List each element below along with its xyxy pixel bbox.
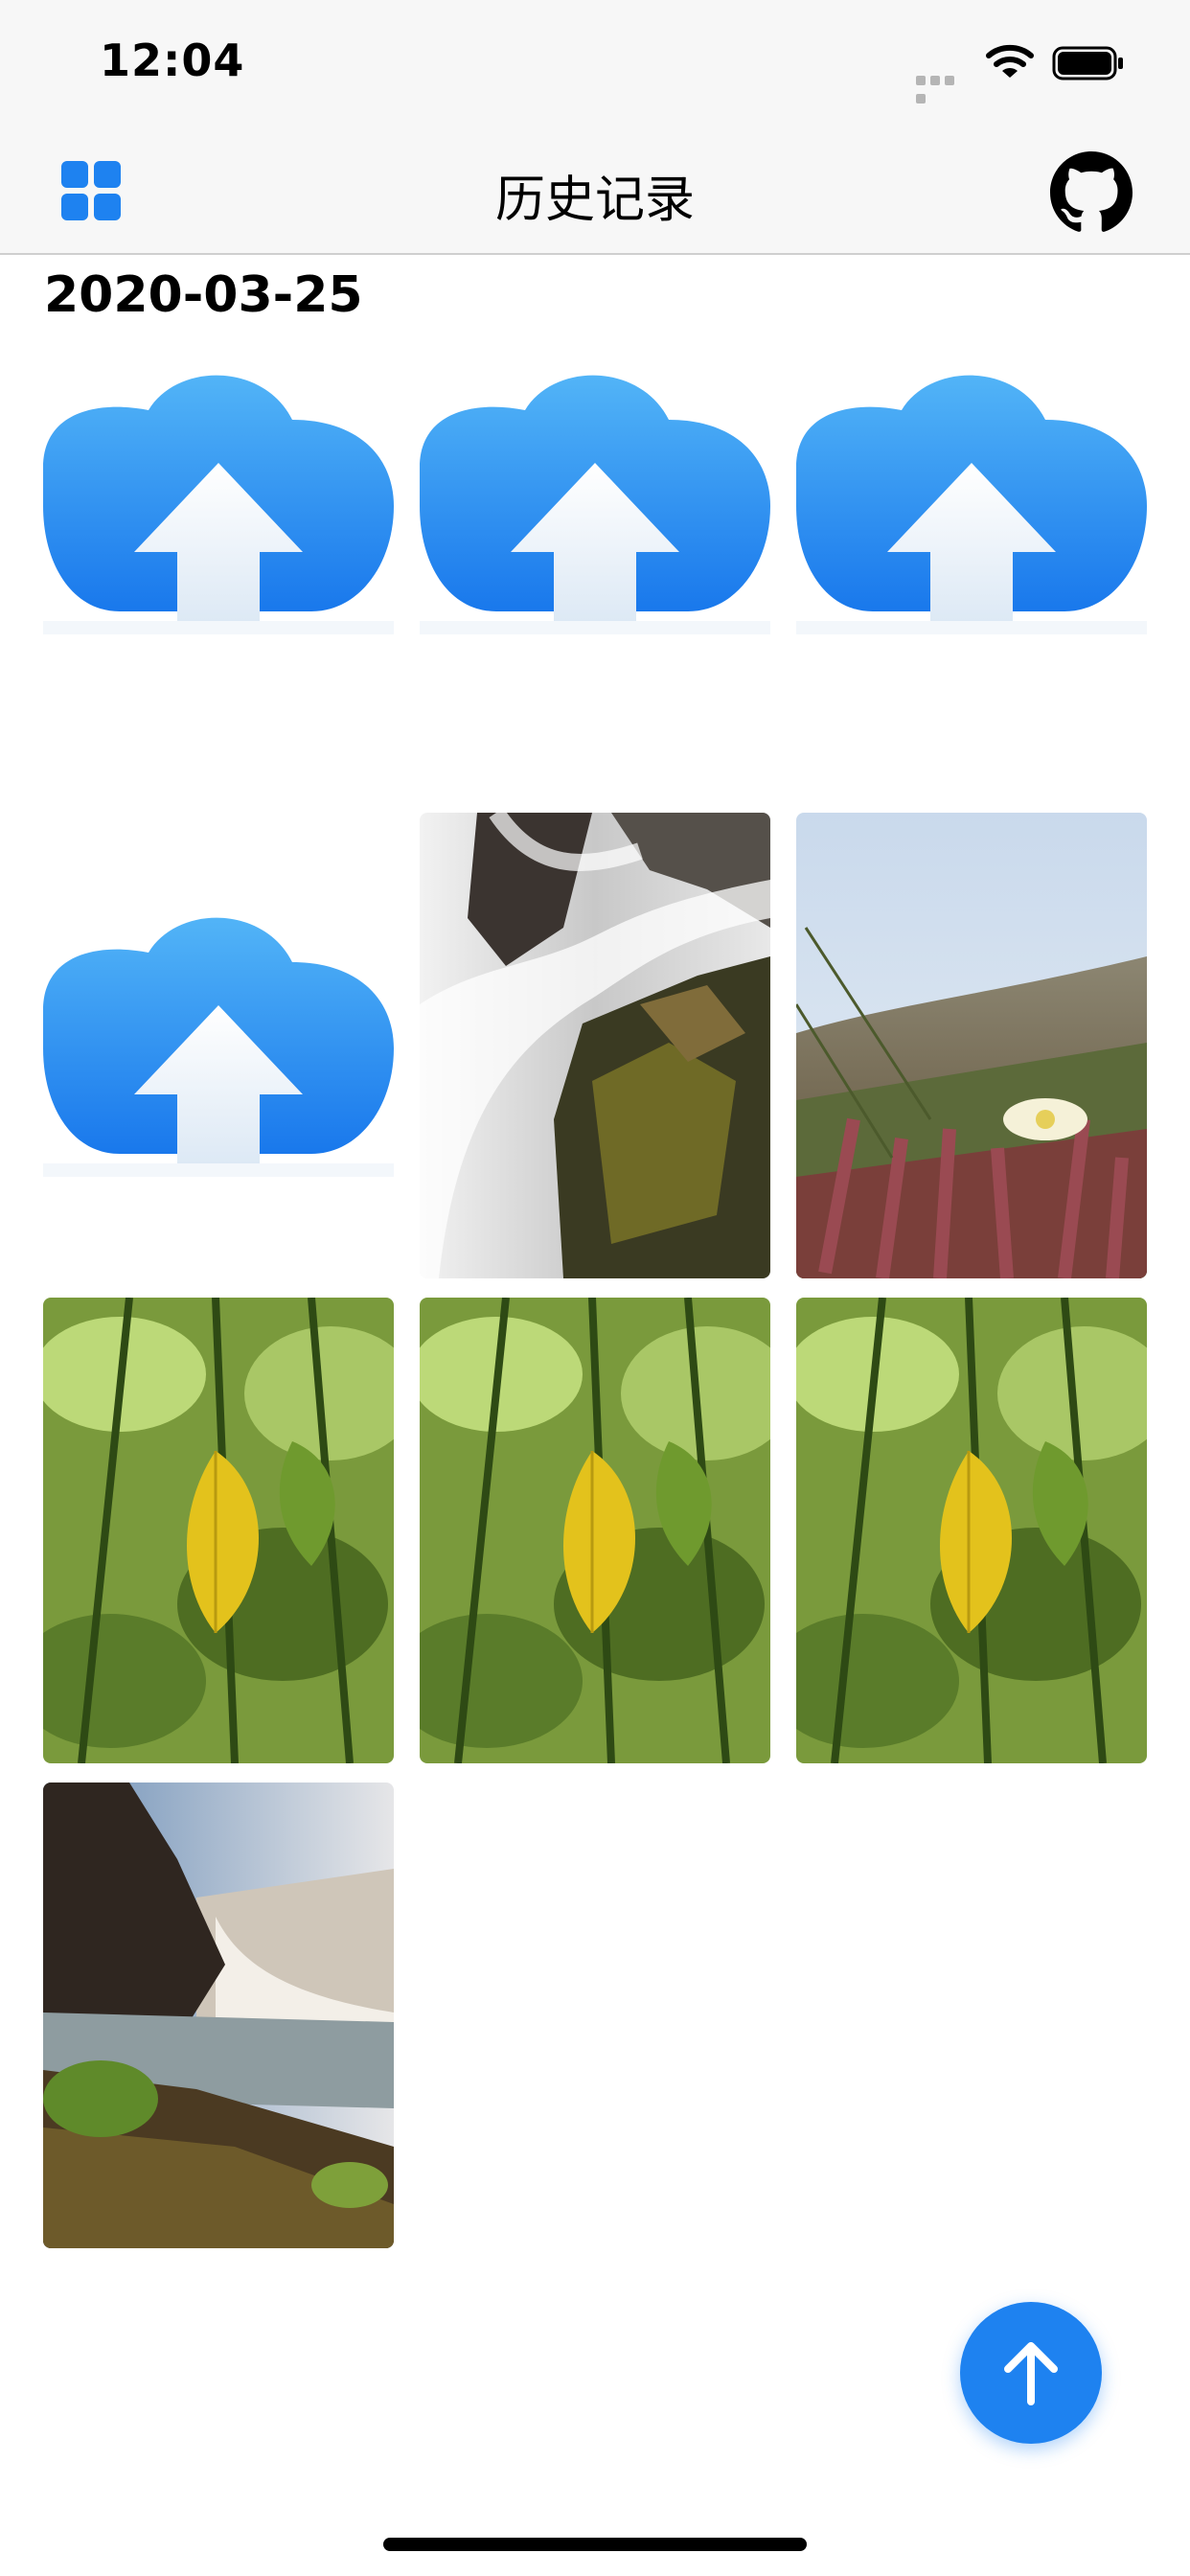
photo-tile-yellow-leaf[interactable] bbox=[796, 1298, 1147, 1763]
navigation-bar: 历史记录 bbox=[0, 125, 1190, 255]
cloud-upload-icon bbox=[43, 917, 394, 1177]
wifi-icon bbox=[986, 44, 1034, 78]
section-date-header: 2020-03-25 bbox=[44, 266, 363, 324]
upload-placeholder-tile[interactable] bbox=[43, 343, 394, 809]
home-indicator bbox=[383, 2538, 807, 2551]
status-bar: 12:04 bbox=[0, 0, 1190, 125]
cloud-upload-icon bbox=[43, 375, 394, 634]
upload-placeholder-tile[interactable] bbox=[43, 813, 394, 1278]
arrow-up-icon bbox=[1004, 2342, 1058, 2405]
upload-placeholder-tile[interactable] bbox=[420, 343, 770, 809]
github-icon[interactable] bbox=[1050, 151, 1133, 234]
flower-photo bbox=[796, 813, 1147, 1278]
yellow-leaf-photo bbox=[796, 1298, 1147, 1763]
upload-placeholder-tile[interactable] bbox=[796, 343, 1147, 809]
scroll-to-top-button[interactable] bbox=[960, 2302, 1102, 2444]
cellular-signal-icon bbox=[916, 71, 972, 104]
cloud-upload-icon bbox=[796, 375, 1147, 634]
page-title: 历史记录 bbox=[494, 172, 695, 229]
photo-tile-waterfall-lake[interactable] bbox=[43, 1782, 394, 2248]
yellow-leaf-photo bbox=[43, 1298, 394, 1763]
photo-tile-flower-succulents[interactable] bbox=[796, 813, 1147, 1278]
battery-full-icon bbox=[1052, 46, 1123, 80]
waterfall-photo bbox=[420, 813, 770, 1278]
photo-tile-yellow-leaf[interactable] bbox=[43, 1298, 394, 1763]
waterfall-lake-photo bbox=[43, 1782, 394, 2248]
photo-tile-waterfall-rocks[interactable] bbox=[420, 813, 770, 1278]
photo-tile-yellow-leaf[interactable] bbox=[420, 1298, 770, 1763]
cloud-upload-icon bbox=[420, 375, 770, 634]
status-time: 12:04 bbox=[100, 34, 245, 86]
yellow-leaf-photo bbox=[420, 1298, 770, 1763]
